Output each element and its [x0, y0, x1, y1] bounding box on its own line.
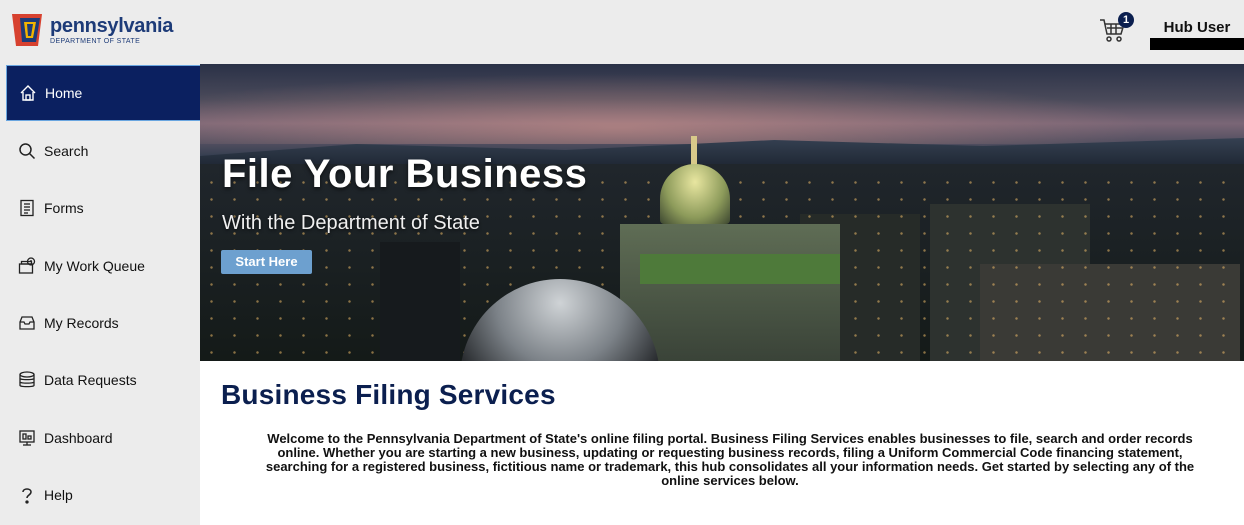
cart-count-badge: 1: [1118, 12, 1134, 28]
sidebar-item-help[interactable]: Help: [6, 467, 200, 523]
sidebar-item-label: Search: [44, 143, 89, 159]
pa-logo[interactable]: pennsylvania DEPARTMENT OF STATE: [10, 12, 173, 48]
hero-tower: [380, 242, 460, 361]
sidebar-item-label: Data Requests: [44, 372, 137, 388]
hero-sky: [200, 64, 1244, 144]
user-info-redacted: [1150, 38, 1244, 50]
start-here-button[interactable]: Start Here: [221, 250, 312, 274]
work-queue-icon: [18, 257, 36, 275]
hero-banner: File Your Business With the Department o…: [200, 64, 1244, 361]
hero-title: File Your Business: [222, 152, 588, 196]
sidebar-item-home[interactable]: Home: [6, 65, 209, 121]
forms-icon: [18, 199, 36, 217]
hero-subtitle: With the Department of State: [222, 212, 480, 234]
sidebar-item-my-work-queue[interactable]: My Work Queue: [6, 238, 200, 294]
sidebar-item-data-requests[interactable]: Data Requests: [6, 352, 200, 408]
records-icon: [18, 314, 36, 332]
top-header: pennsylvania DEPARTMENT OF STATE 1 Hub U…: [0, 0, 1244, 64]
sidebar-item-search[interactable]: Search: [6, 123, 200, 179]
sidebar-item-label: Help: [44, 487, 73, 503]
dashboard-icon: [18, 429, 36, 447]
sidebar-item-forms[interactable]: Forms: [6, 180, 200, 236]
keystone-logo-icon: [10, 12, 44, 48]
intro-text: Welcome to the Pennsylvania Department o…: [265, 431, 1195, 488]
sidebar: Home Search Forms My Work Queue My Recor…: [0, 64, 209, 525]
search-icon: [18, 142, 36, 160]
user-name[interactable]: Hub User: [1150, 19, 1244, 36]
sidebar-item-my-records[interactable]: My Records: [6, 295, 200, 351]
help-icon: [18, 486, 36, 504]
sidebar-item-label: Home: [45, 85, 83, 101]
page-title: Business Filing Services: [221, 379, 556, 410]
sidebar-item-label: My Records: [44, 315, 119, 331]
home-icon: [19, 84, 37, 102]
sidebar-item-dashboard[interactable]: Dashboard: [6, 410, 200, 466]
sidebar-item-label: My Work Queue: [44, 258, 145, 274]
sidebar-item-label: Forms: [44, 200, 84, 216]
capitol-building: [620, 224, 840, 361]
data-requests-icon: [18, 371, 36, 389]
brand-subtitle: DEPARTMENT OF STATE: [50, 37, 141, 45]
brand-name: pennsylvania: [50, 14, 174, 37]
sidebar-item-label: Dashboard: [44, 430, 113, 446]
